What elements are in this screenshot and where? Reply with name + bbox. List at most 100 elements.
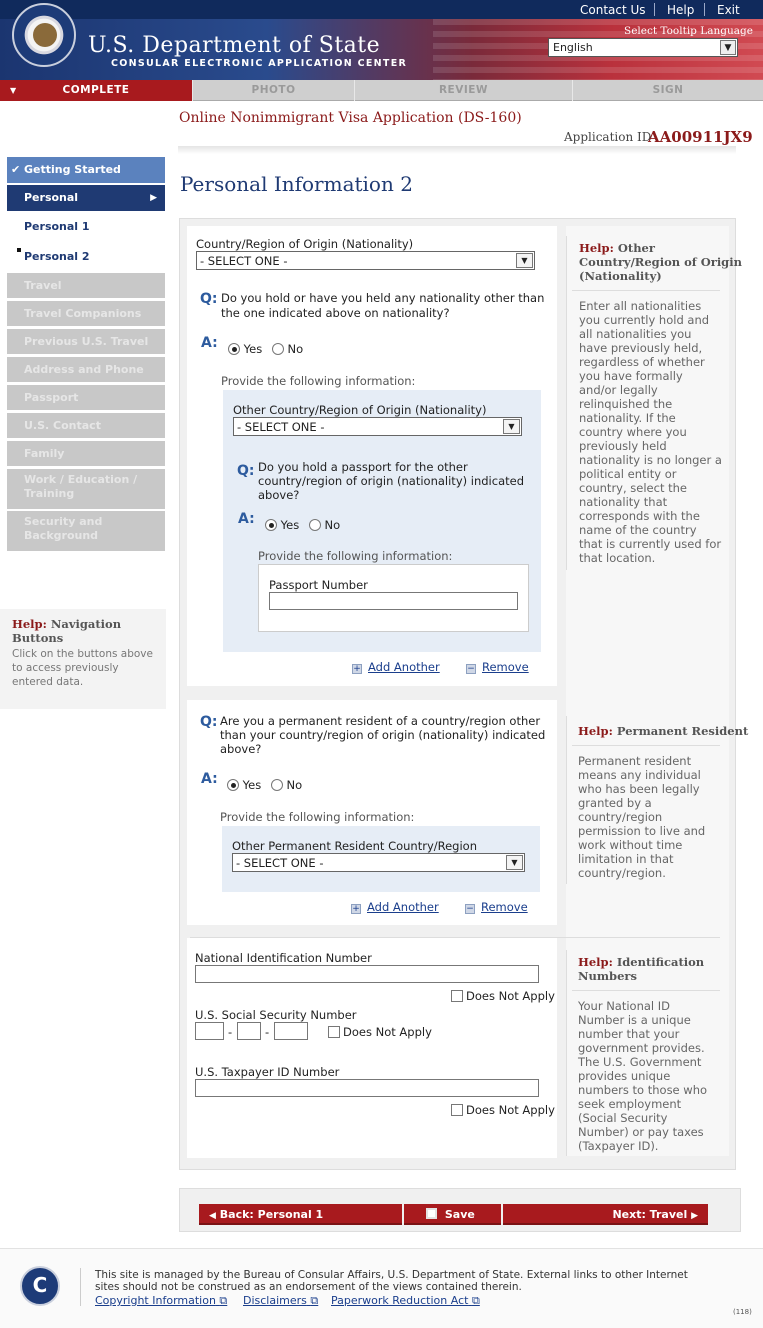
national-id-input[interactable] [195, 965, 539, 983]
nav-passport-label: Passport [24, 391, 79, 404]
help-title-text: Country/Region of Origin [579, 255, 742, 269]
help-text-line: The U.S. Government [578, 1055, 702, 1069]
add-another-label: Add Another [367, 900, 439, 914]
nav-personal[interactable]: Personal ▶ [7, 185, 165, 211]
passport-number-input[interactable] [269, 592, 518, 610]
nationality-select-value: - SELECT ONE - [200, 254, 288, 268]
ssn-part2-input[interactable] [237, 1022, 261, 1040]
help-text-line: all nationalities you [579, 327, 692, 341]
q-permanent-resident-text: above? [220, 742, 262, 756]
disclaimers-link[interactable]: Disclaimers ⧉ [243, 1294, 318, 1308]
save-button-label: Save [444, 1208, 475, 1221]
other-passport-yes-radio[interactable] [265, 519, 277, 531]
remove-resident-link[interactable]: − Remove [465, 900, 528, 914]
help-text-line: and/or legally [579, 383, 658, 397]
external-link-icon: ⧉ [219, 1294, 228, 1307]
nationality-label: Country/Region of Origin (Nationality) [196, 237, 414, 251]
other-nationality-yes-radio[interactable] [228, 343, 240, 355]
nav-previous-travel-label: Previous U.S. Travel [24, 335, 149, 348]
checkbox[interactable] [451, 990, 463, 1002]
help-text-line: Number is a unique [578, 1013, 691, 1027]
nav-work-education: Work / Education / Training [7, 469, 165, 509]
help-label: Help: [12, 617, 47, 631]
help-text-line: (Taxpayer ID). [578, 1139, 659, 1153]
checkbox[interactable] [328, 1026, 340, 1038]
permanent-resident-country-select[interactable]: - SELECT ONE - ▼ [232, 853, 525, 872]
exit-link[interactable]: Exit [717, 3, 740, 17]
nationality-select[interactable]: - SELECT ONE - ▼ [196, 251, 535, 270]
national-id-does-not-apply[interactable]: Does Not Apply [451, 989, 555, 1003]
help-text-line: government provides. [578, 1041, 705, 1055]
add-another-resident-link[interactable]: + Add Another [351, 900, 439, 914]
help-title-text: Identification [616, 955, 705, 969]
tab-review[interactable]: REVIEW [355, 80, 573, 101]
help-divider [566, 950, 567, 1156]
nav-personal-1[interactable]: Personal 1 [7, 214, 165, 240]
copyright-link[interactable]: Copyright Information ⧉ [95, 1294, 227, 1308]
save-button[interactable]: Save [404, 1204, 501, 1225]
checkbox[interactable] [451, 1104, 463, 1116]
help-divider [572, 745, 720, 746]
radio-no-label: No [287, 342, 304, 356]
help-text-line: you have formally [579, 369, 683, 383]
help-text-line: seek employment [578, 1097, 682, 1111]
nav-security-label-1: Security and [24, 515, 103, 528]
tab-complete[interactable]: ▼ COMPLETE [0, 80, 193, 101]
taxpayer-does-not-apply[interactable]: Does Not Apply [451, 1103, 555, 1117]
nav-work-education-label-2: Training [24, 487, 75, 500]
q-other-nationality-text: Do you hold or have you held any nationa… [221, 291, 545, 305]
help-text-line: Your National ID [578, 999, 671, 1013]
ssn-separator: - [228, 1025, 233, 1039]
ssn-does-not-apply[interactable]: Does Not Apply [328, 1025, 432, 1039]
paperwork-link[interactable]: Paperwork Reduction Act ⧉ [331, 1294, 480, 1308]
permanent-resident-yes-radio[interactable] [227, 779, 239, 791]
help-text-line: that location. [579, 551, 656, 565]
question-marker: Q: [237, 463, 255, 479]
external-link-icon: ⧉ [310, 1294, 319, 1307]
ssn-part1-input[interactable] [195, 1022, 224, 1040]
remove-nationality-link[interactable]: − Remove [466, 660, 529, 674]
plus-icon: + [351, 904, 361, 914]
application-title: Online Nonimmigrant Visa Application (DS… [179, 110, 522, 126]
application-id-value: AA00911JX9 [648, 128, 753, 146]
language-select[interactable]: English ▼ [548, 38, 738, 57]
radio-yes-label: Yes [280, 518, 300, 532]
other-passport-radio-group: Yes No [265, 518, 340, 532]
nav-help-text: Click on the buttons above [12, 648, 153, 660]
taxpayer-id-input[interactable] [195, 1079, 539, 1097]
nav-personal-2-label: Personal 2 [24, 250, 90, 263]
plus-icon: + [352, 664, 362, 674]
back-button[interactable]: ◀ Back: Personal 1 [199, 1204, 402, 1225]
nav-getting-started[interactable]: ✔ Getting Started [7, 157, 165, 183]
other-nationality-select[interactable]: - SELECT ONE - ▼ [233, 417, 522, 436]
permanent-resident-no-radio[interactable] [270, 779, 283, 791]
radio-no-label: No [286, 778, 303, 792]
minus-icon: − [466, 664, 476, 674]
minus-icon: − [465, 904, 475, 914]
radio-no-label: No [324, 518, 341, 532]
taxpayer-id-label: U.S. Taxpayer ID Number [195, 1065, 340, 1079]
q-permanent-resident-text: than your country/region of origin (nati… [220, 728, 546, 742]
other-nationality-no-radio[interactable] [271, 343, 284, 355]
ssn-part3-input[interactable] [274, 1022, 308, 1040]
help-divider [572, 290, 720, 291]
tab-photo[interactable]: PHOTO [193, 80, 355, 101]
footer-divider [80, 1268, 81, 1306]
contact-us-link[interactable]: Contact Us [580, 3, 646, 17]
help-link[interactable]: Help [667, 3, 694, 17]
nav-personal-2[interactable]: Personal 2 [7, 244, 165, 270]
question-marker: Q: [200, 714, 218, 730]
footer-notice: This site is managed by the Bureau of Co… [95, 1269, 688, 1281]
tab-sign[interactable]: SIGN [573, 80, 763, 101]
help-title-text: (Nationality) [579, 269, 662, 283]
tab-complete-label: COMPLETE [62, 84, 130, 96]
consular-affairs-logo-icon: C [20, 1266, 60, 1306]
does-not-apply-label: Does Not Apply [343, 1025, 432, 1039]
other-passport-no-radio[interactable] [308, 519, 321, 531]
arrow-right-icon: ▶ [691, 1211, 698, 1221]
add-another-nationality-link[interactable]: + Add Another [352, 660, 440, 674]
help-text-line: Enter all nationalities [579, 299, 702, 313]
nav-travel: Travel [7, 273, 165, 298]
next-button[interactable]: Next: Travel ▶ [503, 1204, 708, 1225]
help-title-text: Permanent Resident [616, 724, 749, 738]
